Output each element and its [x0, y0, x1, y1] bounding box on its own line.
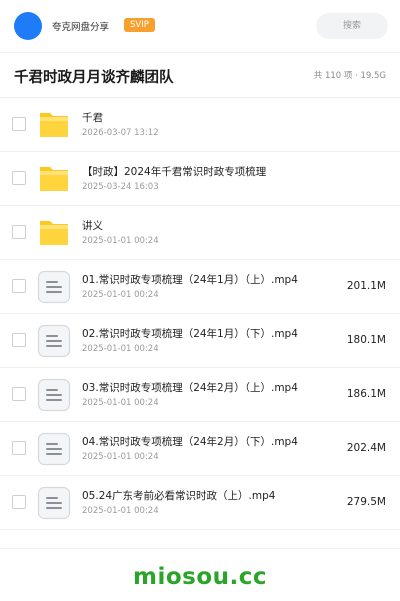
file-row[interactable]: 02.常识时政专项梳理（24年1月）（下）.mp4 2025-01-01 00:2…: [0, 314, 400, 368]
file-row[interactable]: 讲义 2025-01-01 00:24: [0, 206, 400, 260]
video-file-icon: [37, 486, 71, 520]
file-date: 2025-01-01 00:24: [82, 236, 159, 246]
select-checkbox[interactable]: [12, 441, 26, 455]
file-row[interactable]: 01.常识时政专项梳理（24年1月）（上）.mp4 2025-01-01 00:2…: [0, 260, 400, 314]
share-title-bar: 千君时政月月谈齐麟团队 共 110 项 · 19.5G: [0, 53, 400, 98]
brand-name: 夸克网盘分享: [52, 22, 110, 33]
file-date: 2025-01-01 00:24: [82, 344, 159, 354]
folder-icon: [37, 216, 71, 250]
select-checkbox[interactable]: [12, 495, 26, 509]
file-size: 202.4M: [346, 442, 386, 454]
file-name[interactable]: 02.常识时政专项梳理（24年1月）（下）.mp4: [82, 326, 298, 341]
file-row[interactable]: 千君 2026-03-07 13:12: [0, 98, 400, 152]
video-file-icon: [37, 432, 71, 466]
file-row[interactable]: 03.常识时政专项梳理（24年2月）（上）.mp4 2025-01-01 00:2…: [0, 368, 400, 422]
svip-badge: SVIP: [124, 18, 155, 32]
top-bar: 夸克网盘分享 SVIP 搜索: [0, 0, 400, 53]
file-name[interactable]: 05.24广东考前必看常识时政（上）.mp4: [82, 488, 275, 503]
file-date: 2025-01-01 00:24: [82, 506, 159, 516]
file-row[interactable]: 05.24广东考前必看常识时政（上）.mp4 2025-01-01 00:24 27…: [0, 476, 400, 530]
file-date: 2025-01-01 00:24: [82, 452, 159, 462]
video-file-icon: [37, 270, 71, 304]
video-file-icon: [37, 324, 71, 358]
file-date: 2025-01-01 00:24: [82, 398, 159, 408]
file-list: 千君 2026-03-07 13:12 【时政】2024年千君常识时政专项梳理 202…: [0, 98, 400, 530]
file-size: 201.1M: [346, 280, 386, 292]
file-size: 180.1M: [346, 334, 386, 346]
folder-icon: [37, 162, 71, 196]
file-date: 2025-01-01 00:24: [82, 290, 159, 300]
file-size: 186.1M: [346, 388, 386, 400]
search-button[interactable]: 搜索: [316, 13, 388, 39]
file-size: 279.5M: [346, 496, 386, 508]
file-name[interactable]: 讲义: [82, 218, 103, 233]
file-date: 2026-03-07 13:12: [82, 128, 159, 138]
file-row[interactable]: 【时政】2024年千君常识时政专项梳理 2025-03-24 16:03: [0, 152, 400, 206]
file-name[interactable]: 千君: [82, 110, 103, 125]
video-file-icon: [37, 378, 71, 412]
file-date: 2025-03-24 16:03: [82, 182, 159, 192]
avatar[interactable]: [14, 12, 42, 40]
page-title: 千君时政月月谈齐麟团队: [14, 70, 174, 86]
select-checkbox[interactable]: [12, 171, 26, 185]
select-checkbox[interactable]: [12, 225, 26, 239]
item-count-summary: 共 110 项 · 19.5G: [313, 71, 386, 81]
file-name[interactable]: 【时政】2024年千君常识时政专项梳理: [82, 164, 266, 179]
file-name[interactable]: 04.常识时政专项梳理（24年2月）（下）.mp4: [82, 434, 298, 449]
file-name[interactable]: 01.常识时政专项梳理（24年1月）（上）.mp4: [82, 272, 298, 287]
watermark: miosou.cc: [132, 564, 268, 590]
folder-icon: [37, 108, 71, 142]
select-checkbox[interactable]: [12, 333, 26, 347]
select-checkbox[interactable]: [12, 387, 26, 401]
footer: miosou.cc: [0, 548, 400, 601]
file-row[interactable]: 04.常识时政专项梳理（24年2月）（下）.mp4 2025-01-01 00:2…: [0, 422, 400, 476]
select-checkbox[interactable]: [12, 279, 26, 293]
file-name[interactable]: 03.常识时政专项梳理（24年2月）（上）.mp4: [82, 380, 298, 395]
select-checkbox[interactable]: [12, 117, 26, 131]
